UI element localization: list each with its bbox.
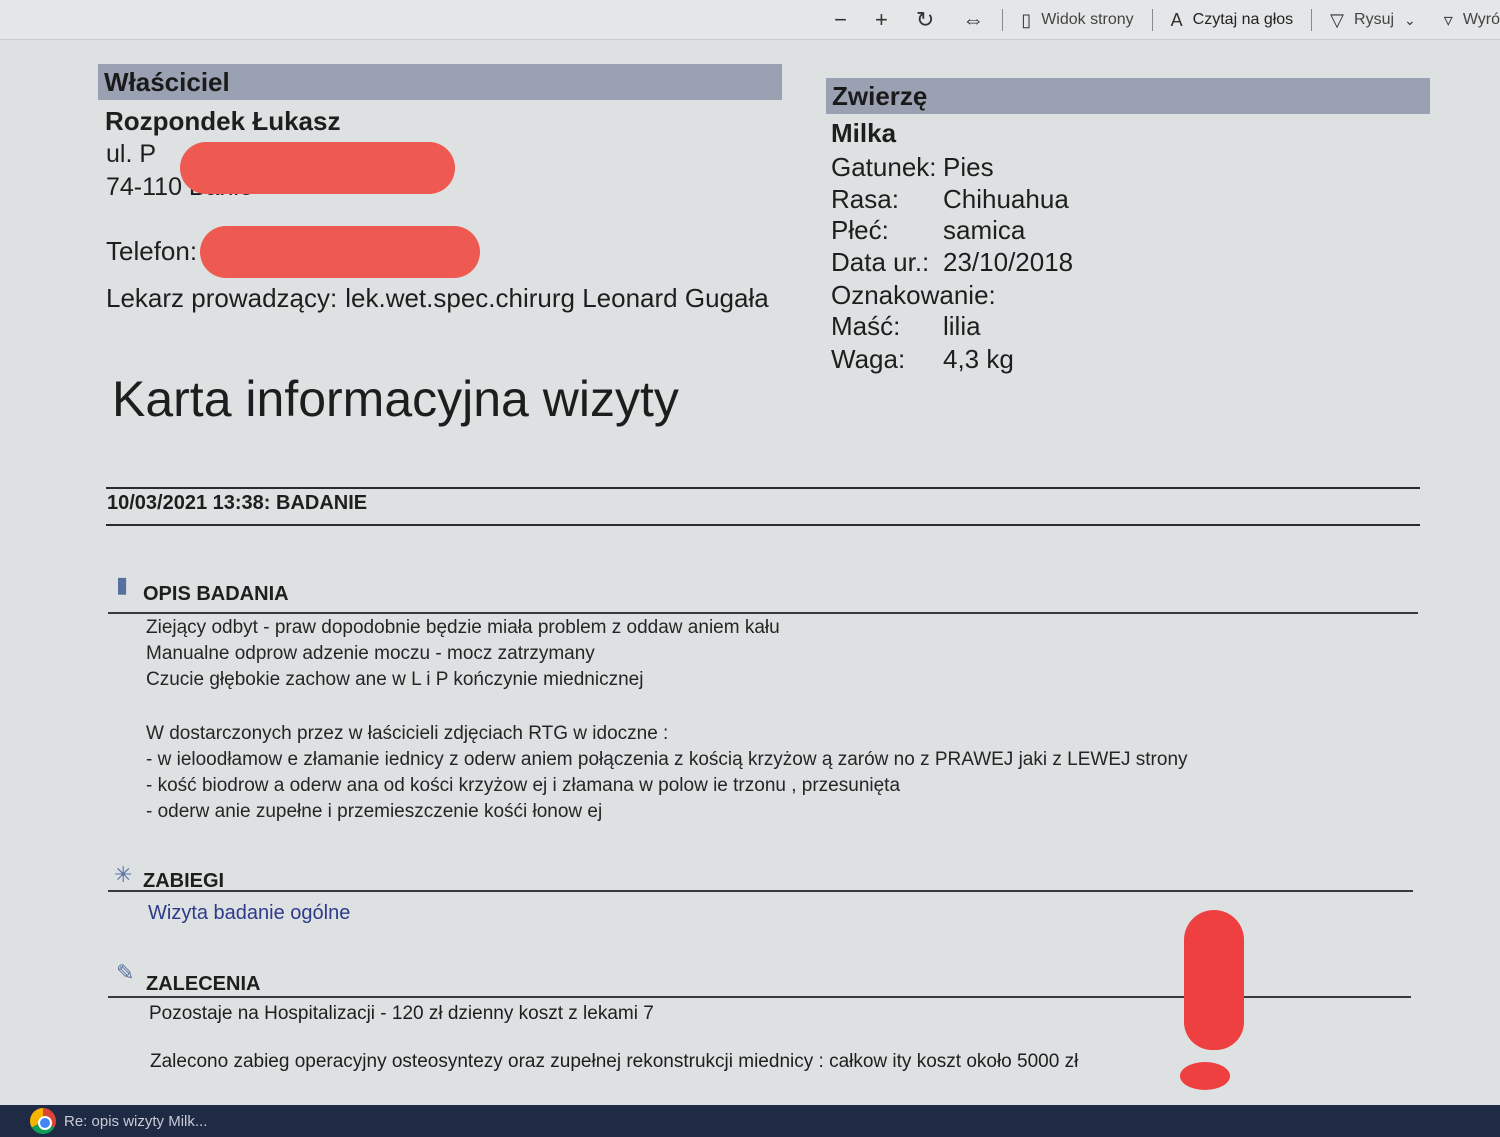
attribute-key: Waga: bbox=[831, 344, 906, 374]
draw-icon: ▽ bbox=[1330, 9, 1345, 30]
attribute-key: Płeć: bbox=[831, 215, 889, 245]
divider bbox=[106, 487, 1420, 489]
taskbar-item-label: Re: opis wizyty Milk... bbox=[64, 1112, 208, 1130]
attribute-key: Maść: bbox=[831, 311, 901, 341]
exam-description: Ziejący odbyt - praw dopodobnie będzie m… bbox=[146, 615, 780, 693]
phone-label: Telefon: bbox=[106, 236, 198, 266]
attribute-value: Chihuahua bbox=[943, 184, 1069, 214]
attribute-key: Rasa: bbox=[831, 184, 899, 214]
attribute-key: Data ur.: bbox=[831, 247, 930, 277]
exam-line: - w ieloodłamow e złamanie iednicy z ode… bbox=[146, 749, 1188, 770]
chrome-icon bbox=[30, 1108, 56, 1134]
section-title-zalecenia: ZALECENIA bbox=[146, 973, 261, 995]
page-view-label: Widok strony bbox=[1041, 10, 1134, 28]
exam-line: Ziejący odbyt - praw dopodobnie będzie m… bbox=[146, 617, 780, 638]
draw-button[interactable]: ▽ Rysuj ⌄ bbox=[1316, 0, 1430, 40]
draw-label: Rysuj bbox=[1354, 10, 1395, 28]
owner-name: Rozpondek Łukasz bbox=[105, 106, 341, 136]
toolbar-divider bbox=[1151, 8, 1153, 31]
page-view-icon: ▯ bbox=[1021, 9, 1032, 30]
fit-width-button[interactable]: ⇔ bbox=[948, 0, 998, 40]
minus-icon: − bbox=[834, 6, 847, 32]
taskbar-item[interactable]: Re: opis wizyty Milk... bbox=[0, 1108, 207, 1134]
clipboard-icon: ▮ bbox=[116, 572, 129, 597]
pet-attribute: Rasa: Chihuahua bbox=[831, 184, 1069, 215]
rotate-button[interactable]: ↻ bbox=[902, 0, 948, 40]
rotate-icon: ↻ bbox=[915, 6, 935, 32]
attribute-key: Oznakowanie: bbox=[831, 280, 996, 310]
visit-header: 10/03/2021 13:38: BADANIE bbox=[107, 492, 368, 514]
pet-attribute: Gatunek: Pies bbox=[831, 152, 994, 183]
document-page: Właściciel Rozpondek Łukasz ul. P 74-110… bbox=[0, 40, 1500, 1105]
exam-line: W dostarczonych przez w łaścicieli zdjęc… bbox=[146, 723, 669, 744]
highlight-icon: ▿ bbox=[1443, 9, 1453, 30]
phone-redaction bbox=[200, 226, 480, 278]
section-title-opis: OPIS BADANIA bbox=[143, 583, 289, 605]
exam-line: Manualne odprow adzenie moczu - mocz zat… bbox=[146, 643, 595, 664]
attribute-value: 4,3 kg bbox=[943, 344, 1014, 374]
toolbar-divider bbox=[1311, 8, 1313, 31]
read-aloud-button[interactable]: A Czytaj na głos bbox=[1157, 0, 1308, 40]
read-aloud-icon: A bbox=[1170, 9, 1183, 30]
highlight-button[interactable]: ▿ Wyró bbox=[1430, 0, 1500, 40]
toolbar-divider bbox=[1002, 8, 1004, 31]
document-title: Karta informacyjna wizyty bbox=[112, 371, 679, 427]
attribute-value: 23/10/2018 bbox=[943, 247, 1074, 277]
recommendation-line: Pozostaje na Hospitalizacji - 120 zł dzi… bbox=[149, 1003, 654, 1024]
recommendation-line: Zalecono zabieg operacyjny osteosyntezy … bbox=[150, 1051, 1079, 1072]
attribute-value: samica bbox=[943, 215, 1026, 245]
owner-street: ul. P bbox=[106, 140, 157, 168]
page-view-button[interactable]: ▯ Widok strony bbox=[1007, 0, 1147, 40]
pet-name: Milka bbox=[831, 118, 897, 148]
pet-attribute: Maść: lilia bbox=[831, 311, 981, 342]
exclamation-mark-annotation bbox=[1184, 910, 1244, 1050]
read-aloud-label: Czytaj na głos bbox=[1192, 10, 1294, 28]
doctor-label: Lekarz prowadzący: bbox=[106, 283, 338, 313]
owner-header: Właściciel bbox=[98, 64, 782, 100]
exclamation-dot-annotation bbox=[1180, 1062, 1230, 1090]
attending-doctor: Lekarz prowadzący: lek.wet.spec.chirurg L… bbox=[106, 283, 769, 314]
taskbar: Re: opis wizyty Milk... bbox=[0, 1105, 1500, 1137]
exam-line: Czucie głębokie zachow ane w L i P kończ… bbox=[146, 669, 644, 690]
attribute-key: Gatunek: bbox=[831, 152, 937, 182]
animal-header: Zwierzę bbox=[826, 78, 1430, 114]
divider bbox=[106, 524, 1420, 526]
exam-line: - oderw anie zupełne i przemieszczenie k… bbox=[146, 801, 603, 822]
fit-width-icon: ⇔ bbox=[962, 6, 985, 32]
attribute-value: lilia bbox=[943, 311, 981, 341]
pet-attribute: Płeć: samica bbox=[831, 215, 1025, 246]
viewer-toolbar: − + ↻ ⇔ ▯ Widok strony A Czytaj na głos … bbox=[0, 0, 1500, 40]
xray-findings: W dostarczonych przez w łaścicieli zdjęc… bbox=[146, 721, 1188, 825]
pet-attribute: Data ur.: 23/10/2018 bbox=[831, 247, 1073, 278]
zoom-out-button[interactable]: − bbox=[820, 0, 861, 40]
exam-line: - kość biodrow a oderw ana od kości krzy… bbox=[146, 775, 901, 796]
plus-icon: + bbox=[874, 6, 888, 32]
divider bbox=[108, 612, 1418, 614]
pet-attribute: Oznakowanie: bbox=[831, 280, 996, 311]
chevron-down-icon[interactable]: ⌄ bbox=[1404, 13, 1416, 27]
address-redaction bbox=[180, 142, 455, 194]
pet-attribute: Waga: 4,3 kg bbox=[831, 344, 1014, 375]
doctor-value: lek.wet.spec.chirurg Leonard Gugała bbox=[345, 283, 769, 313]
attribute-value: Pies bbox=[943, 152, 994, 182]
highlight-label: Wyró bbox=[1462, 10, 1500, 28]
zoom-in-button[interactable]: + bbox=[861, 0, 902, 40]
pencil-icon: ✎ bbox=[116, 960, 135, 985]
procedure-item: Wizyta badanie ogólne bbox=[148, 902, 351, 924]
procedure-icon: ✳ bbox=[114, 862, 133, 887]
divider bbox=[108, 890, 1413, 892]
